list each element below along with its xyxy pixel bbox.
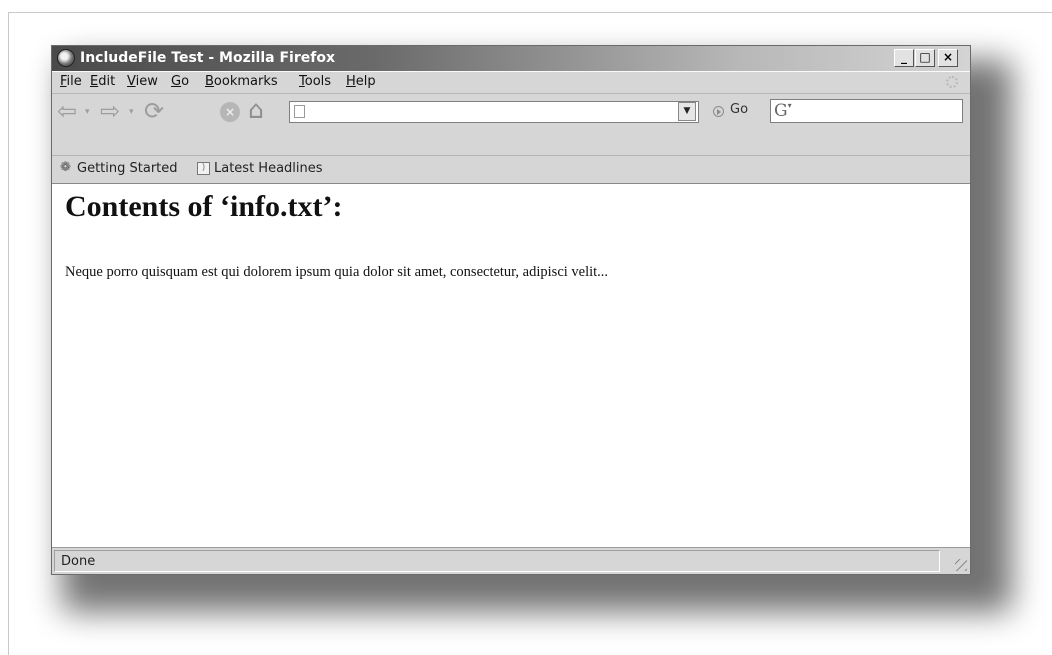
bookmarks-toolbar: ❁ Getting Started ) Latest Headlines <box>52 155 970 182</box>
menu-file[interactable]: File <box>60 74 82 89</box>
menu-help[interactable]: Help <box>346 74 376 89</box>
frame-top-line <box>8 12 1052 13</box>
reload-icon[interactable]: ⟳ <box>144 99 164 123</box>
title-bar[interactable]: IncludeFile Test - Mozilla Firefox _ □ × <box>52 46 970 71</box>
search-input[interactable]: G▾ <box>770 99 963 123</box>
status-bar: Done <box>52 547 970 574</box>
go-icon[interactable] <box>713 106 724 117</box>
frame-left-line <box>8 12 9 655</box>
home-icon[interactable]: ⌂ <box>248 97 264 122</box>
minimize-button[interactable]: _ <box>894 49 914 67</box>
menu-tools[interactable]: Tools <box>299 74 331 89</box>
navigation-toolbar: ⇦ ▾ ⇨ ▾ ⟳ × ⌂ ▼ Go G▾ <box>52 93 970 127</box>
status-panel: Done <box>54 550 940 572</box>
bookmark-latest-headlines[interactable]: Latest Headlines <box>214 161 323 176</box>
url-dropdown-button[interactable]: ▼ <box>678 102 696 121</box>
back-icon[interactable]: ⇦ <box>57 99 77 123</box>
menu-bookmarks[interactable]: Bookmarks <box>205 74 278 89</box>
rss-feed-icon: ) <box>197 162 210 175</box>
page-content: Contents of ‘info.txt’: Neque porro quis… <box>52 183 970 547</box>
browser-window: IncludeFile Test - Mozilla Firefox _ □ ×… <box>51 45 971 575</box>
menu-bar: File Edit View Go Bookmarks Tools Help <box>52 71 970 93</box>
forward-history-dropdown-icon[interactable]: ▾ <box>129 107 134 117</box>
page-heading: Contents of ‘info.txt’: <box>65 190 343 223</box>
menu-edit[interactable]: Edit <box>90 74 115 89</box>
page-body-text: Neque porro quisquam est qui dolorem ips… <box>65 264 609 280</box>
menu-view[interactable]: View <box>127 74 158 89</box>
resize-grip-icon[interactable] <box>955 559 967 571</box>
getting-started-icon: ❁ <box>60 160 71 175</box>
go-button[interactable]: Go <box>730 102 748 117</box>
forward-icon[interactable]: ⇨ <box>100 99 120 123</box>
firefox-icon <box>57 49 75 67</box>
back-history-dropdown-icon[interactable]: ▾ <box>85 107 90 117</box>
search-engine-icon[interactable]: G▾ <box>774 101 792 121</box>
window-title: IncludeFile Test - Mozilla Firefox <box>80 50 335 66</box>
close-button[interactable]: × <box>938 49 958 67</box>
bookmark-getting-started[interactable]: Getting Started <box>77 161 178 176</box>
url-bar[interactable] <box>289 101 699 123</box>
throbber-icon <box>946 76 958 88</box>
stop-icon[interactable]: × <box>220 102 240 122</box>
maximize-button[interactable]: □ <box>915 49 935 67</box>
menu-go[interactable]: Go <box>171 74 189 89</box>
status-text: Done <box>61 554 96 569</box>
page-icon <box>294 105 305 118</box>
